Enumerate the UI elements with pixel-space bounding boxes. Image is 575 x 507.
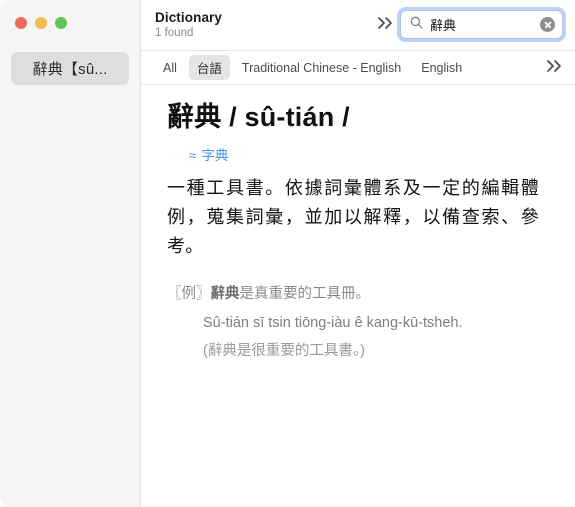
approx-equal-icon: ≈ (189, 147, 197, 163)
tab-taiwanese[interactable]: 台語 (188, 55, 230, 80)
entry-content: 辭典 / sû-tián / ≈ 字典 一種工具書。依據詞彙體系及一定的編輯體例，… (141, 85, 575, 507)
entry-headword: 辭典 / sû-tián / (167, 102, 350, 132)
result-count-label: 1 found (155, 26, 194, 39)
search-field[interactable] (400, 10, 563, 39)
synonym-term: 字典 (201, 147, 229, 163)
search-results-list: 辭典【sû... (11, 52, 129, 85)
search-icon (410, 16, 423, 34)
search-input[interactable] (430, 17, 536, 32)
result-item-label: 辭典【sû... (32, 61, 108, 78)
close-window-button[interactable] (15, 17, 27, 29)
double-chevron-right-icon[interactable] (546, 59, 563, 77)
minimize-window-button[interactable] (35, 17, 47, 29)
titlebar: Dictionary 1 found (141, 0, 575, 51)
entry-example-block: 〖例〗辭典是真重要的工具冊。 Sû-tián sī tsin tiōng-iàu… (167, 283, 545, 362)
tab-list: All 台語 Traditional Chinese - English Eng… (155, 55, 538, 80)
example-sentence-rest: 是真重要的工具冊。 (239, 286, 371, 303)
sidebar: 辭典【sû... (0, 0, 141, 507)
tab-traditional-chinese-english[interactable]: Traditional Chinese - English (234, 58, 409, 78)
dictionary-source-tabbar: All 台語 Traditional Chinese - English Eng… (141, 51, 575, 85)
example-sentence: 〖例〗辭典是真重要的工具冊。 (167, 283, 545, 306)
example-translation: (辭典是很重要的工具書。) (203, 342, 365, 359)
dictionary-window: 辭典【sû... Dictionary 1 found 辭典 All 台語 Tr… (0, 0, 575, 507)
title-block: Dictionary 1 found (155, 10, 222, 40)
example-romanization: Sû-tián sī tsin tiōng-iàu ê kang-kū-tshe… (203, 315, 463, 332)
synonym-link[interactable]: ≈ 字典 (189, 144, 228, 164)
example-headword: 辭典 (210, 286, 240, 303)
example-label: 〖例〗 (167, 286, 211, 303)
clear-search-icon[interactable] (540, 17, 555, 32)
window-controls (15, 17, 67, 29)
tab-all[interactable]: All (155, 58, 185, 78)
tab-english[interactable]: English (413, 58, 470, 78)
main-pane: Dictionary 1 found 辭典 All 台語 Traditional… (141, 0, 575, 507)
maximize-window-button[interactable] (55, 17, 67, 29)
page-title: Dictionary (155, 9, 223, 25)
entry-definition: 一種工具書。依據詞彙體系及一定的編輯體例，蒐集詞彙，並加以解釋，以備查索、參考。 (167, 177, 539, 257)
list-item[interactable]: 辭典【sû... (11, 52, 129, 85)
double-chevron-right-icon[interactable] (377, 16, 394, 34)
